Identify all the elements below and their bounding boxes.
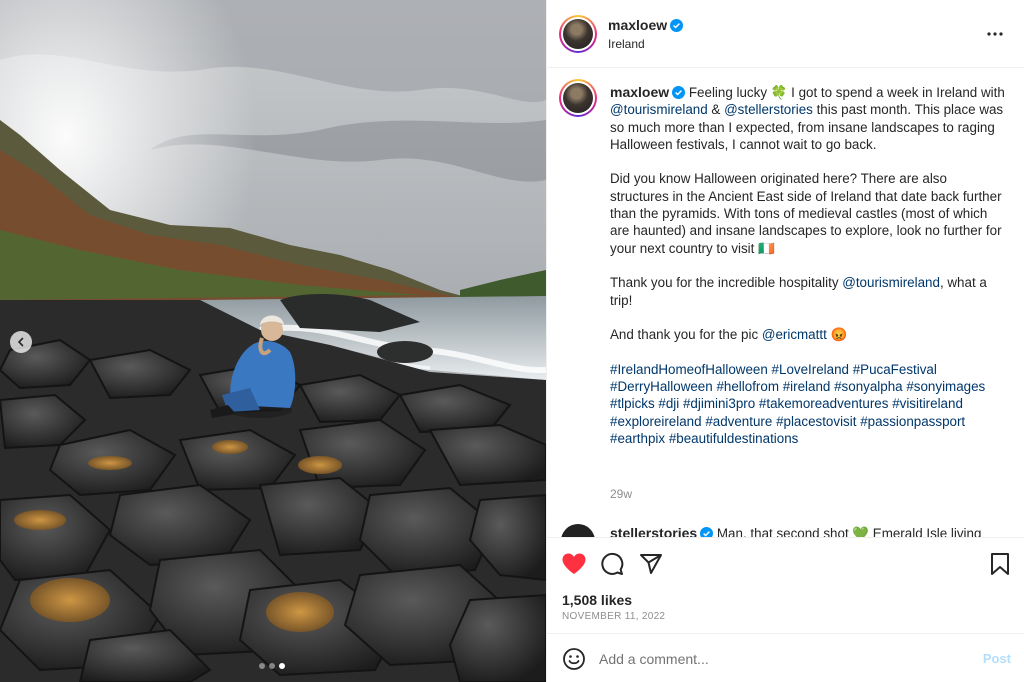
hashtag-link[interactable]: #djimini3pro bbox=[683, 396, 755, 411]
hashtag-link[interactable]: #ireland bbox=[783, 379, 831, 394]
heart-filled-icon[interactable] bbox=[561, 552, 587, 576]
hashtag-link[interactable]: #PucaFestival bbox=[853, 362, 937, 377]
hashtag-link[interactable]: #takemoreadventures bbox=[759, 396, 889, 411]
more-options-button[interactable] bbox=[983, 25, 1007, 43]
hashtag-link[interactable]: #LoveIreland bbox=[772, 362, 849, 377]
post-date: NOVEMBER 11, 2022 bbox=[562, 611, 666, 622]
hashtag-link[interactable]: #sonyalpha bbox=[834, 379, 903, 394]
post-button[interactable]: Post bbox=[983, 651, 1011, 666]
hashtag-link[interactable]: #DerryHalloween bbox=[610, 379, 713, 394]
mention-link[interactable]: @ericmattt bbox=[762, 327, 827, 342]
mention-link[interactable]: @tourismireland bbox=[610, 102, 708, 117]
caption-avatar[interactable] bbox=[559, 79, 597, 117]
chevron-left-icon bbox=[17, 337, 24, 347]
caption-text: Thank you for the incredible hospitality bbox=[610, 275, 843, 291]
bookmark-icon[interactable] bbox=[990, 552, 1010, 576]
caption-username[interactable]: maxloew bbox=[610, 84, 669, 100]
caption-text: Did you know Halloween originated here? … bbox=[610, 171, 1002, 256]
caption-text: Feeling lucky 🍀 I got to spend a week in… bbox=[688, 85, 1005, 100]
hashtag-link[interactable]: #hellofrom bbox=[716, 379, 779, 394]
hashtag-link[interactable]: #earthpix bbox=[610, 431, 665, 446]
header-username[interactable]: maxloew bbox=[608, 17, 667, 33]
carousel-dot bbox=[279, 663, 285, 669]
comment-icon[interactable] bbox=[600, 552, 624, 576]
hashtag-link[interactable]: #visitireland bbox=[892, 396, 963, 411]
comment-item: stellerstories Man, that second shot 💚 E… bbox=[610, 525, 981, 537]
verified-badge-icon bbox=[700, 527, 714, 537]
carousel-dot bbox=[269, 663, 275, 669]
hashtag-link[interactable]: #tlpicks bbox=[610, 396, 655, 411]
more-horizontal-icon bbox=[987, 32, 1003, 36]
commenter-username[interactable]: stellerstories bbox=[610, 525, 697, 537]
photo-scene bbox=[0, 0, 546, 682]
post-header: maxloew Ireland bbox=[547, 0, 1024, 68]
likes-count[interactable]: 1,508 likes bbox=[562, 592, 632, 608]
caption-text: And thank you for the pic bbox=[610, 327, 762, 343]
avatar[interactable] bbox=[559, 15, 597, 53]
emoji-icon[interactable] bbox=[562, 647, 586, 671]
hashtag-link[interactable]: #dji bbox=[658, 396, 679, 411]
post-photo[interactable] bbox=[0, 0, 546, 682]
caption-text: 😡 bbox=[826, 327, 848, 343]
post-sidebar: maxloew Ireland maxloew Feeling lucky 🍀 … bbox=[546, 0, 1024, 682]
verified-badge-icon bbox=[670, 19, 684, 32]
action-bar: 1,508 likes NOVEMBER 11, 2022 bbox=[547, 537, 1024, 633]
hashtag-link[interactable]: #adventure bbox=[705, 414, 772, 429]
carousel-prev-button[interactable] bbox=[10, 331, 32, 353]
hashtag-link[interactable]: #IrelandHomeofHalloween bbox=[610, 362, 768, 377]
carousel-dots bbox=[259, 663, 285, 669]
mention-link[interactable]: @tourismireland bbox=[842, 275, 940, 290]
commenter-avatar[interactable] bbox=[561, 524, 595, 537]
post-caption: maxloew Feeling lucky 🍀 I got to spend a… bbox=[610, 84, 1005, 447]
share-icon[interactable] bbox=[639, 552, 663, 576]
header-location[interactable]: Ireland bbox=[608, 37, 645, 51]
add-comment-bar: Post bbox=[547, 633, 1024, 682]
hashtag-link[interactable]: #beautifuldestinations bbox=[669, 431, 799, 446]
comments-section[interactable]: maxloew Feeling lucky 🍀 I got to spend a… bbox=[547, 69, 1024, 537]
post-time[interactable]: 29w bbox=[610, 487, 632, 501]
carousel-dot bbox=[259, 663, 265, 669]
mention-link[interactable]: @stellerstories bbox=[724, 102, 813, 117]
comment-text: Man, that second shot 💚 Emerald Isle liv… bbox=[716, 526, 982, 537]
caption-text: & bbox=[707, 102, 725, 118]
hashtag-link[interactable]: #passionpassport bbox=[860, 414, 965, 429]
hashtag-link[interactable]: #exploreireland bbox=[610, 414, 702, 429]
hashtag-link[interactable]: #sonyimages bbox=[906, 379, 985, 394]
hashtag-link[interactable]: #placestovisit bbox=[776, 414, 856, 429]
comment-input[interactable] bbox=[599, 642, 959, 676]
verified-badge-icon bbox=[672, 86, 686, 99]
